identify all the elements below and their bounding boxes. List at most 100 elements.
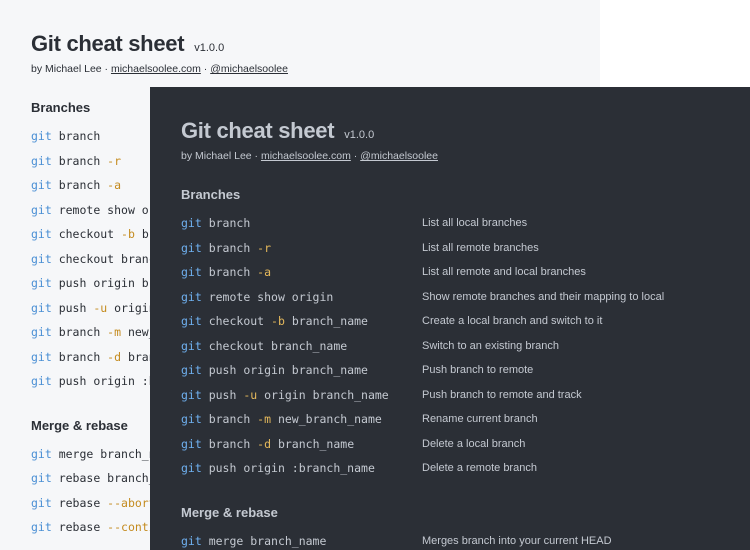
command: git push origin :branch_name bbox=[181, 461, 422, 475]
command: git push origin branch_name bbox=[181, 363, 422, 377]
command-argument: branch bbox=[201, 265, 258, 280]
handle-link[interactable]: @michaelsoolee bbox=[360, 150, 438, 162]
command-flag: -m bbox=[257, 412, 272, 427]
command: git branch -d branch_name bbox=[181, 437, 422, 451]
command-keyword: git bbox=[181, 240, 202, 255]
command-keyword: git bbox=[31, 276, 52, 291]
command-argument: checkout bbox=[201, 314, 272, 329]
version-label: v1.0.0 bbox=[194, 42, 225, 54]
command-row: git branch -m new_branch_name Rename curr… bbox=[181, 407, 750, 432]
command-keyword: git bbox=[31, 325, 52, 340]
command-argument: branch bbox=[51, 129, 101, 144]
cheat-sheet-dark: Git cheat sheet v1.0.0 by Michael Lee · … bbox=[150, 87, 750, 550]
command: git branch -a bbox=[181, 265, 422, 279]
byline: by Michael Lee · michaelsoolee.com · @mi… bbox=[181, 150, 750, 162]
byline: by Michael Lee · michaelsoolee.com · @mi… bbox=[31, 63, 600, 75]
command-flag: -b bbox=[271, 314, 285, 329]
command-flag: -d bbox=[257, 436, 272, 451]
site-link[interactable]: michaelsoolee.com bbox=[111, 63, 201, 75]
command-keyword: git bbox=[31, 446, 52, 461]
command-keyword: git bbox=[181, 363, 202, 378]
header: Git cheat sheet v1.0.0 bbox=[181, 118, 750, 144]
command-description: Create a local branch and switch to it bbox=[422, 315, 603, 328]
header: Git cheat sheet v1.0.0 bbox=[31, 31, 600, 57]
command-keyword: git bbox=[31, 471, 52, 486]
command-list: git merge branch_name Merges branch into … bbox=[181, 529, 750, 550]
site-link[interactable]: michaelsoolee.com bbox=[261, 150, 351, 162]
command-keyword: git bbox=[181, 289, 202, 304]
section-title-merge-rebase: Merge & rebase bbox=[181, 504, 278, 520]
command-description: Rename current branch bbox=[422, 413, 538, 426]
command-list: git branch List all local branches git br… bbox=[181, 211, 750, 481]
command-keyword: git bbox=[181, 436, 202, 451]
command: git checkout branch_name bbox=[181, 339, 422, 353]
command-row: git push -u origin branch_name Push branc… bbox=[181, 383, 750, 408]
command-flag: -r bbox=[257, 240, 272, 255]
command-description: Delete a local branch bbox=[422, 437, 526, 450]
byline-separator: · bbox=[200, 63, 211, 75]
command-description: Merges branch into your current HEAD bbox=[422, 534, 612, 547]
command-flag: -d bbox=[107, 349, 122, 364]
command-keyword: git bbox=[31, 129, 52, 144]
command-keyword: git bbox=[31, 349, 52, 364]
command: git remote show origin bbox=[181, 290, 422, 304]
command-keyword: git bbox=[31, 178, 52, 193]
command-row: git push origin :branch_name Delete a rem… bbox=[181, 456, 750, 481]
command-argument: origin branch_name bbox=[257, 387, 389, 402]
command-keyword: git bbox=[181, 461, 202, 476]
command-argument: checkout branch_name bbox=[201, 338, 348, 353]
handle-link[interactable]: @michaelsoolee bbox=[210, 63, 288, 75]
command-keyword: git bbox=[31, 300, 52, 315]
command-argument: new_branch_name bbox=[271, 412, 382, 427]
command-row: git branch -a List all remote and local b… bbox=[181, 260, 750, 285]
command-keyword: git bbox=[31, 202, 52, 217]
command-row: git branch -r List all remote branches bbox=[181, 236, 750, 261]
command-keyword: git bbox=[181, 338, 202, 353]
command-row: git branch List all local branches bbox=[181, 211, 750, 236]
command-description: List all local branches bbox=[422, 217, 528, 230]
command-keyword: git bbox=[31, 374, 52, 389]
command: git branch bbox=[181, 216, 422, 230]
page-title: Git cheat sheet bbox=[181, 118, 335, 143]
command-argument: branch bbox=[201, 436, 258, 451]
command-argument: push bbox=[51, 300, 94, 315]
command-keyword: git bbox=[31, 251, 52, 266]
command-argument: branch bbox=[51, 178, 108, 193]
command-argument: branch_name bbox=[271, 436, 355, 451]
command-description: Show remote branches and their mapping t… bbox=[422, 290, 665, 303]
byline-prefix: by Michael Lee · bbox=[31, 63, 111, 75]
command-flag: -r bbox=[107, 153, 122, 168]
command-argument: branch bbox=[51, 325, 108, 340]
command-description: Push branch to remote bbox=[422, 364, 534, 377]
command-argument: branch bbox=[51, 349, 108, 364]
byline-prefix: by Michael Lee · bbox=[181, 150, 261, 162]
command-row: git checkout branch_name Switch to an exi… bbox=[181, 334, 750, 359]
command-argument: branch bbox=[51, 153, 108, 168]
command: git push -u origin branch_name bbox=[181, 388, 422, 402]
command-argument: push origin branch_name bbox=[201, 363, 368, 378]
version-label: v1.0.0 bbox=[344, 129, 375, 141]
command-description: Push branch to remote and track bbox=[422, 388, 582, 401]
command-argument: remote show origin bbox=[201, 289, 334, 304]
command-keyword: git bbox=[181, 216, 202, 231]
byline-separator: · bbox=[350, 150, 361, 162]
command-row: git merge branch_name Merges branch into … bbox=[181, 529, 750, 550]
command-keyword: git bbox=[31, 495, 52, 510]
command-flag: -a bbox=[107, 178, 122, 193]
page-title: Git cheat sheet bbox=[31, 31, 185, 56]
command-argument: merge branch_name bbox=[201, 533, 327, 548]
command-keyword: git bbox=[181, 387, 202, 402]
section-title-branches: Branches bbox=[181, 187, 241, 202]
command-keyword: git bbox=[31, 520, 52, 535]
command-argument: push bbox=[201, 387, 244, 402]
command-argument: rebase bbox=[51, 520, 108, 535]
command-keyword: git bbox=[31, 227, 52, 242]
command-keyword: git bbox=[181, 533, 202, 548]
command-argument: push origin :branch_name bbox=[201, 461, 375, 476]
command: git checkout -b branch_name bbox=[181, 314, 422, 328]
command-description: List all remote and local branches bbox=[422, 266, 586, 279]
command-flag: -u bbox=[93, 300, 108, 315]
command-keyword: git bbox=[31, 153, 52, 168]
command-description: List all remote branches bbox=[422, 241, 539, 254]
command-flag: -b bbox=[121, 227, 135, 242]
